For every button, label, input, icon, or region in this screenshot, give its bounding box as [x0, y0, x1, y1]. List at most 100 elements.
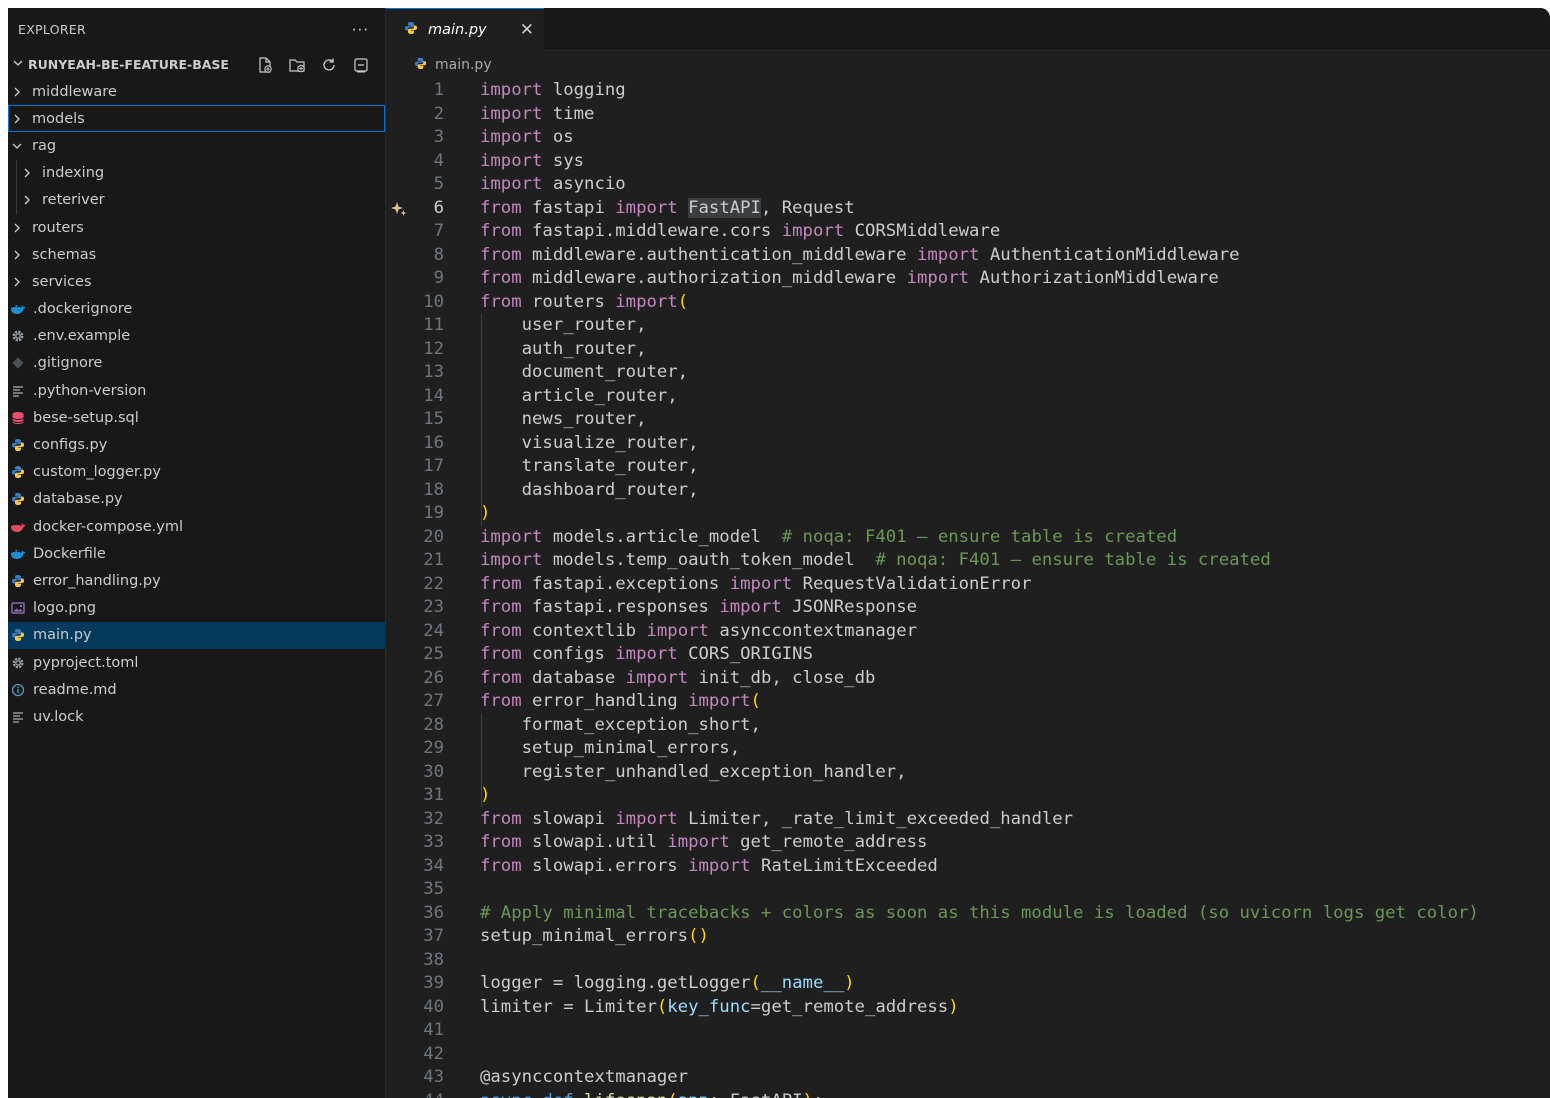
code-line[interactable]: 8 from middleware.authentication_middlewa… — [386, 244, 1550, 268]
code-token: import — [480, 80, 543, 100]
code-line[interactable]: 18 dashboard_router, — [386, 479, 1550, 503]
file-item-gitignore[interactable]: .gitignore — [8, 350, 385, 377]
code-token: document_router, — [480, 362, 689, 382]
code-line[interactable]: 19) — [386, 502, 1550, 526]
code-token: import — [615, 808, 678, 829]
code-line[interactable]: 39 logger = logging.getLogger(__name__) — [386, 972, 1550, 996]
code-line[interactable]: 44async def lifespan(app: FastAPI): — [386, 1090, 1550, 1098]
file-item-env-example[interactable]: .env.example — [8, 323, 385, 350]
file-item-pyproject-toml[interactable]: pyproject.toml — [8, 649, 385, 676]
project-root-row[interactable]: RUNYEAH-BE-FEATURE-BASE — [8, 51, 385, 78]
file-item-readme-md[interactable]: readme.md — [8, 676, 385, 703]
code-line[interactable]: 15 news_router, — [386, 408, 1550, 432]
gear-icon — [10, 329, 26, 343]
code-line[interactable]: 20 import models.article_model # noqa: F4… — [386, 526, 1550, 550]
line-text — [444, 878, 480, 902]
code-line[interactable]: 4 import sys — [386, 150, 1550, 174]
code-line[interactable]: 34 from slowapi.errors import RateLimitEx… — [386, 855, 1550, 879]
code-line[interactable]: 11 user_router, — [386, 314, 1550, 338]
code-line[interactable]: 32 from slowapi import Limiter, _rate_lim… — [386, 808, 1550, 832]
breadcrumb-file[interactable]: main.py — [435, 57, 492, 73]
folder-item-middleware[interactable]: middleware — [8, 78, 385, 105]
folder-item-indexing[interactable]: indexing — [8, 159, 385, 187]
git-icon — [10, 356, 26, 370]
tab-main-py[interactable]: main.py ✕ — [386, 8, 544, 51]
new-file-icon[interactable] — [254, 54, 275, 75]
file-item-uv-lock[interactable]: uv.lock — [8, 703, 385, 730]
file-item-docker-compose-yml[interactable]: docker-compose.yml — [8, 513, 385, 540]
code-line[interactable]: 24 from contextlib import asynccontextman… — [386, 620, 1550, 644]
code-line[interactable]: 28 format_exception_short, — [386, 714, 1550, 738]
code-line[interactable]: 29 setup_minimal_errors, — [386, 737, 1550, 761]
code-line[interactable]: 42 — [386, 1043, 1550, 1067]
folder-item-rag[interactable]: rag — [8, 132, 385, 159]
code-line[interactable]: 25 from configs import CORS_ORIGINS — [386, 643, 1550, 667]
file-item-python-version[interactable]: .python-version — [8, 377, 385, 404]
tab-bar: main.py ✕ — [386, 8, 1550, 51]
code-line[interactable]: 38 — [386, 949, 1550, 973]
code-line[interactable]: 7 from fastapi.middleware.cors import COR… — [386, 220, 1550, 244]
file-item-error-handling-py[interactable]: error_handling.py — [8, 567, 385, 594]
code-token: import — [615, 644, 678, 664]
code-token: slowapi.util — [532, 832, 657, 852]
code-line[interactable]: 31) — [386, 784, 1550, 808]
line-text: # Apply minimal tracebacks + colors as s… — [444, 902, 1479, 926]
breadcrumb[interactable]: main.py — [386, 51, 1550, 79]
close-icon[interactable]: ✕ — [520, 20, 534, 40]
folder-item-models[interactable]: models — [8, 105, 385, 133]
code-line[interactable]: 41 — [386, 1019, 1550, 1043]
file-item-dockerignore[interactable]: .dockerignore — [8, 296, 385, 323]
file-item-database-py[interactable]: database.py — [8, 486, 385, 513]
file-item-logo-png[interactable]: logo.png — [8, 595, 385, 622]
folder-item-routers[interactable]: routers — [8, 214, 385, 241]
refresh-icon[interactable] — [318, 54, 339, 75]
python-icon — [10, 492, 26, 506]
line-text: async def lifespan(app: FastAPI): — [444, 1090, 823, 1098]
code-editor[interactable]: 1 import logging 2 import time 3 import os 4 im… — [386, 79, 1550, 1098]
new-folder-icon[interactable] — [286, 54, 307, 75]
folder-item-schemas[interactable]: schemas — [8, 241, 385, 268]
code-line[interactable]: 16 visualize_router, — [386, 432, 1550, 456]
file-item-main-py[interactable]: main.py — [8, 621, 385, 649]
line-number: 22 — [423, 573, 444, 594]
file-item-dockerfile[interactable]: Dockerfile — [8, 540, 385, 567]
code-line[interactable]: 30 register_unhandled_exception_handler, — [386, 761, 1550, 785]
code-line[interactable]: 37 setup_minimal_errors() — [386, 925, 1550, 949]
code-line[interactable]: 33 from slowapi.util import get_remote_ad… — [386, 831, 1550, 855]
code-line[interactable]: 1 import logging — [386, 79, 1550, 103]
more-actions-button[interactable]: ··· — [352, 21, 369, 39]
code-line[interactable]: 21 import models.temp_oauth_token_model #… — [386, 549, 1550, 573]
file-item-custom-logger-py[interactable]: custom_logger.py — [8, 459, 385, 486]
code-line[interactable]: 23 from fastapi.responses import JSONResp… — [386, 596, 1550, 620]
code-line[interactable]: 14 article_router, — [386, 385, 1550, 409]
code-line[interactable]: 3 import os — [386, 126, 1550, 150]
chevron-down-icon — [12, 57, 24, 72]
lines-icon — [10, 710, 26, 724]
code-line[interactable]: 10 from routers import( — [386, 291, 1550, 315]
code-line[interactable]: 36 # Apply minimal tracebacks + colors as… — [386, 902, 1550, 926]
code-line[interactable]: 17 translate_router, — [386, 455, 1550, 479]
code-line[interactable]: 22 from fastapi.exceptions import Request… — [386, 573, 1550, 597]
code-line[interactable]: 5 import asyncio — [386, 173, 1550, 197]
code-line[interactable]: 26 from database import init_db, close_db — [386, 667, 1550, 691]
code-line[interactable]: 35 — [386, 878, 1550, 902]
line-number: 33 — [423, 832, 444, 852]
file-item-configs-py[interactable]: configs.py — [8, 431, 385, 458]
code-line[interactable]: 2 import time — [386, 103, 1550, 127]
code-line[interactable]: 12 auth_router, — [386, 338, 1550, 362]
folder-item-services[interactable]: services — [8, 268, 385, 295]
code-token: AuthenticationMiddleware — [989, 244, 1240, 265]
code-line[interactable]: 27 from error_handling import( — [386, 690, 1550, 714]
file-item-bese-setup-sql[interactable]: bese-setup.sql — [8, 404, 385, 431]
code-line[interactable]: 6 from fastapi import FastAPI, Request — [386, 197, 1550, 221]
code-line[interactable]: 40 limiter = Limiter(key_func=get_remote_… — [386, 996, 1550, 1020]
line-text: from error_handling import( — [444, 690, 761, 714]
code-line[interactable]: 13 document_router, — [386, 361, 1550, 385]
collapse-all-icon[interactable] — [350, 54, 371, 75]
code-line[interactable]: 9 from middleware.authorization_middlewar… — [386, 267, 1550, 291]
code-line[interactable]: 43 @asynccontextmanager — [386, 1066, 1550, 1090]
line-text: from fastapi.exceptions import RequestVa… — [444, 573, 1031, 597]
tree-item-label: logo.png — [33, 600, 96, 617]
line-number: 4 — [433, 150, 444, 171]
folder-item-reteriver[interactable]: reteriver — [8, 186, 385, 214]
